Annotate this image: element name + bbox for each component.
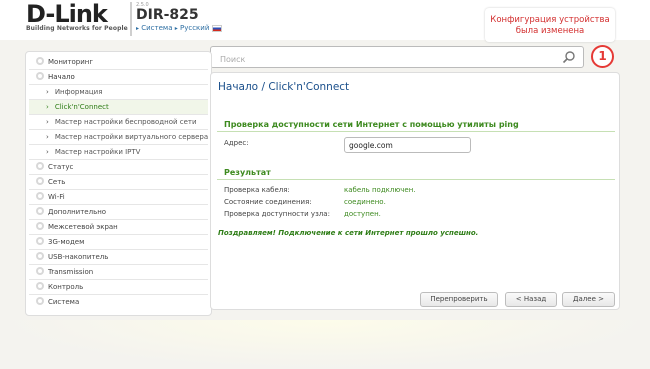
result-row-label: Проверка доступности узла: — [224, 210, 330, 218]
notice-text: Конфигурация устройства была изменена — [490, 15, 610, 36]
sidebar-item-label: Сеть — [48, 178, 66, 186]
circle-bullet-icon — [36, 57, 44, 65]
sidebar-item-monitoring[interactable]: Мониторинг — [29, 55, 208, 70]
sidebar-menu: Мониторинг Начало › Информация › Click'n'C… — [25, 51, 212, 316]
sidebar-item-label: Мониторинг — [48, 58, 94, 66]
address-field[interactable] — [344, 137, 471, 153]
sidebar-item-3g-modem[interactable]: 3G-модем — [29, 235, 208, 250]
result-row-label: Состояние соединения: — [224, 198, 312, 206]
sidebar-item-firewall[interactable]: Межсетевой экран — [29, 220, 208, 235]
sidebar-item-label: Система — [48, 298, 80, 306]
chevron-right-icon: › — [46, 103, 49, 111]
notification-count-badge[interactable]: 1 — [591, 45, 614, 68]
model-name: DIR-825 — [136, 7, 199, 23]
sidebar-item-label: Wi-Fi — [48, 193, 65, 201]
chevron-right-icon: › — [46, 133, 49, 141]
back-button[interactable]: < Назад — [505, 292, 557, 307]
circle-bullet-icon — [36, 297, 44, 305]
sidebar-item-label: Click'n'Connect — [54, 103, 109, 111]
main-panel: Начало / Click'n'Connect Проверка доступ… — [210, 72, 620, 310]
next-button[interactable]: Далее > — [562, 292, 615, 307]
circle-bullet-icon — [36, 237, 44, 245]
russian-flag-icon — [211, 24, 222, 32]
sidebar-item-system[interactable]: Система — [29, 295, 208, 310]
dlink-logo: D-Link Building Networks for People — [26, 1, 128, 32]
sidebar-item-label: Межсетевой экран — [48, 223, 118, 231]
brand-name: D-Link — [26, 0, 108, 28]
circle-bullet-icon — [36, 222, 44, 230]
circle-bullet-icon — [36, 252, 44, 260]
connection-state-value: соединено. — [344, 198, 386, 206]
sidebar-subitem-clickn-connect[interactable]: › Click'n'Connect — [29, 100, 208, 115]
sidebar-item-transmission[interactable]: Transmission — [29, 265, 208, 280]
sidebar-item-control[interactable]: Контроль — [29, 280, 208, 295]
sidebar-item-label: Мастер настройки IPTV — [54, 148, 141, 156]
sidebar-item-label: Дополнительно — [48, 208, 107, 216]
sidebar-item-wifi[interactable]: Wi-Fi — [29, 190, 208, 205]
page-footer-background — [0, 320, 650, 369]
circle-bullet-icon — [36, 72, 44, 80]
chevron-right-icon: › — [46, 88, 49, 96]
host-availability-value: доступен. — [344, 210, 381, 218]
circle-bullet-icon — [36, 192, 44, 200]
arrow-right-icon: ▸ — [136, 25, 140, 32]
language-link[interactable]: Русский — [180, 24, 209, 32]
circle-bullet-icon — [36, 267, 44, 275]
chevron-right-icon: › — [46, 148, 49, 156]
sidebar-item-label: Контроль — [48, 283, 84, 291]
circle-bullet-icon — [36, 162, 44, 170]
sidebar-item-label: Мастер настройки беспроводной сети — [54, 118, 197, 126]
search-box — [210, 46, 584, 70]
sidebar-item-label: Transmission — [48, 268, 94, 276]
sidebar-item-status[interactable]: Статус — [29, 160, 208, 175]
result-row-label: Проверка кабеля: — [224, 186, 290, 194]
config-changed-notice[interactable]: Конфигурация устройства была изменена — [485, 8, 615, 42]
success-message: Поздравляем! Подключение к сети Интернет… — [218, 229, 479, 237]
sidebar-subitem-virtual-server-wizard[interactable]: › Мастер настройки виртуального сервера — [29, 130, 208, 145]
sidebar-subitem-wireless-wizard[interactable]: › Мастер настройки беспроводной сети — [29, 115, 208, 130]
sidebar-item-start[interactable]: Начало — [29, 70, 208, 85]
sidebar-item-label: USB-накопитель — [48, 253, 109, 261]
system-link[interactable]: Система — [141, 24, 172, 32]
page-title: Начало / Click'n'Connect — [218, 81, 350, 93]
sidebar-item-label: Информация — [54, 88, 103, 96]
recheck-button[interactable]: Перепроверить — [420, 292, 498, 307]
ping-section-title: Проверка доступности сети Интернет с пом… — [217, 120, 615, 132]
search-icon[interactable] — [562, 50, 576, 64]
circle-bullet-icon — [36, 207, 44, 215]
header-links: ▸ Система ▸ Русский — [136, 24, 222, 32]
address-label: Адрес: — [224, 139, 249, 147]
sidebar-item-label: 3G-модем — [48, 238, 85, 246]
result-section-title: Результат — [217, 168, 615, 180]
sidebar-subitem-info[interactable]: › Информация — [29, 85, 208, 100]
circle-bullet-icon — [36, 177, 44, 185]
arrow-right-icon: ▸ — [174, 25, 178, 32]
chevron-right-icon: › — [46, 118, 49, 126]
sidebar-item-label: Мастер настройки виртуального сервера — [54, 133, 208, 141]
header: D-Link Building Networks for People 2.5.… — [0, 0, 650, 42]
sidebar-item-label: Статус — [48, 163, 74, 171]
sidebar-item-network[interactable]: Сеть — [29, 175, 208, 190]
brand-tagline: Building Networks for People — [26, 25, 128, 32]
sidebar-item-advanced[interactable]: Дополнительно — [29, 205, 208, 220]
circle-bullet-icon — [36, 282, 44, 290]
sidebar-item-label: Начало — [48, 73, 75, 81]
sidebar-item-usb-storage[interactable]: USB-накопитель — [29, 250, 208, 265]
search-input[interactable] — [211, 49, 541, 70]
cable-check-value: кабель подключен. — [344, 186, 416, 194]
sidebar-subitem-iptv-wizard[interactable]: › Мастер настройки IPTV — [29, 145, 208, 160]
model-block: 2.5.0 DIR-825 ▸ Система ▸ Русский — [130, 2, 222, 36]
